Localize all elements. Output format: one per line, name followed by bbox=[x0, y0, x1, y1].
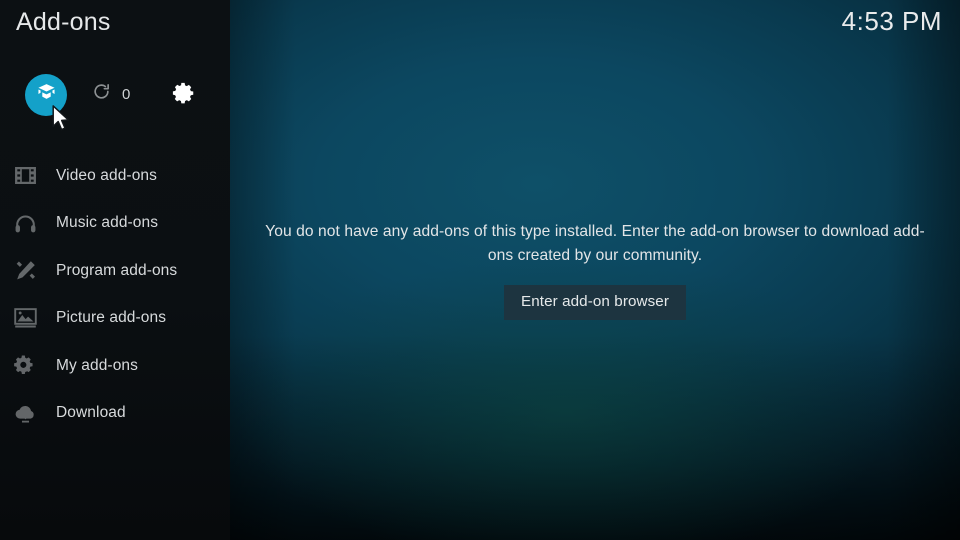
page-title: Add-ons bbox=[16, 8, 111, 36]
pencil-tools-icon bbox=[12, 258, 38, 284]
empty-state-panel: You do not have any add-ons of this type… bbox=[230, 0, 960, 540]
sidebar-item-label: Picture add-ons bbox=[56, 309, 167, 327]
sidebar-item-label: Video add-ons bbox=[56, 166, 157, 184]
clock: 4:53 PM bbox=[841, 6, 942, 36]
film-strip-icon bbox=[12, 163, 38, 189]
sidebar-item-picture-addons[interactable]: Picture add-ons bbox=[0, 295, 230, 343]
update-count: 0 bbox=[122, 85, 131, 103]
sidebar-item-my-addons[interactable]: My add-ons bbox=[0, 342, 230, 390]
sidebar-item-label: Music add-ons bbox=[56, 214, 159, 232]
gear-icon bbox=[171, 82, 195, 109]
kodi-addons-screen: 4:53 PM You do not have any add-ons of t… bbox=[0, 0, 960, 540]
check-updates-button[interactable]: 0 bbox=[92, 82, 130, 106]
enter-addon-browser-button[interactable]: Enter add-on browser bbox=[503, 284, 687, 321]
addon-category-button[interactable] bbox=[25, 74, 67, 116]
refresh-icon bbox=[92, 82, 111, 106]
headphones-icon bbox=[12, 210, 38, 236]
sidebar-item-music-addons[interactable]: Music add-ons bbox=[0, 200, 230, 248]
sidebar-menu: Video add-ons Music add-ons Program add-… bbox=[0, 152, 230, 437]
sidebar: Add-ons 0 Video add-ons Music add-ons Pr… bbox=[0, 0, 230, 540]
sidebar-item-label: Download bbox=[56, 404, 126, 422]
sidebar-item-label: Program add-ons bbox=[56, 261, 178, 279]
gear-wrench-icon bbox=[12, 353, 38, 379]
sidebar-item-download[interactable]: Download bbox=[0, 390, 230, 438]
settings-button[interactable] bbox=[171, 81, 195, 110]
sidebar-toolbar: 0 bbox=[0, 74, 230, 122]
picture-icon bbox=[12, 305, 38, 331]
sidebar-item-program-addons[interactable]: Program add-ons bbox=[0, 247, 230, 295]
package-box-icon bbox=[35, 81, 58, 109]
sidebar-item-label: My add-ons bbox=[56, 356, 138, 374]
sidebar-item-video-addons[interactable]: Video add-ons bbox=[0, 152, 230, 200]
empty-state-message: You do not have any add-ons of this type… bbox=[265, 222, 925, 264]
cloud-download-icon bbox=[12, 400, 38, 426]
